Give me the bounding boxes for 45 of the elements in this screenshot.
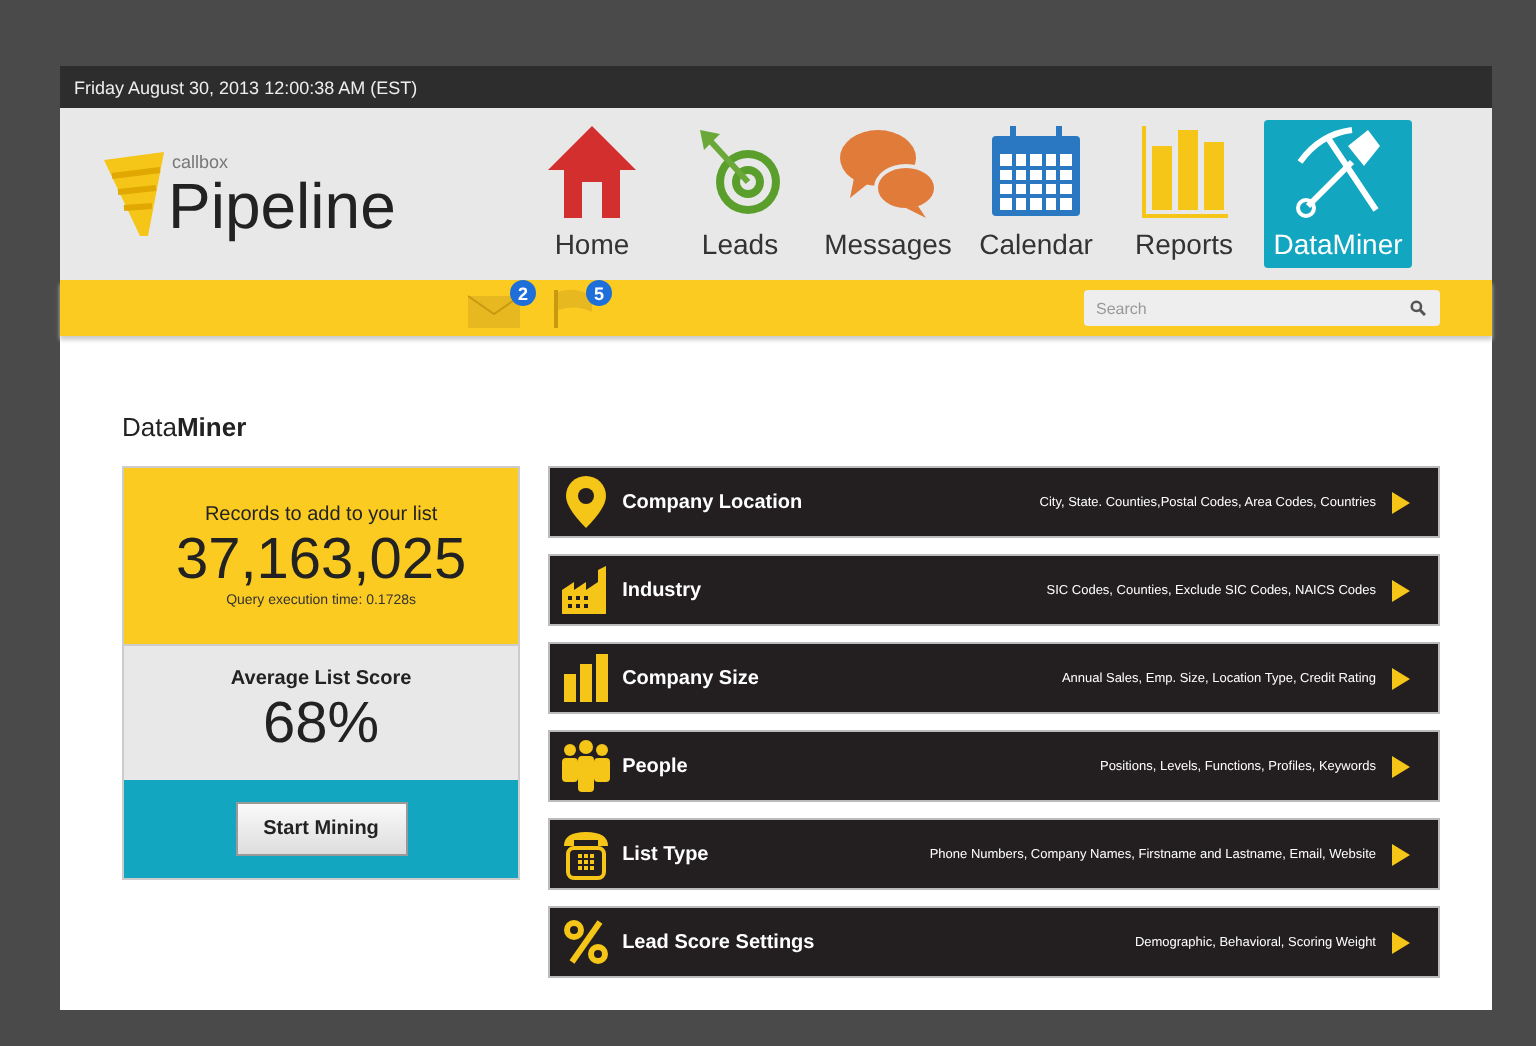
nav-item[interactable]: Leads: [672, 120, 808, 268]
page-title: DataMiner: [122, 412, 249, 442]
records-count: 37,163,025: [175, 526, 467, 593]
funnel-logo-icon: [100, 148, 168, 240]
bar-chart-icon: [564, 654, 609, 702]
play-arrow-icon: [1392, 843, 1410, 865]
score-label: Average List Score: [230, 668, 412, 690]
house-icon: [548, 126, 636, 218]
flag-icon[interactable]: [552, 288, 596, 328]
count-badge: 2: [510, 280, 536, 306]
percent-icon: [564, 920, 609, 964]
product-name: Pipeline: [168, 172, 396, 240]
envelope-icon[interactable]: [468, 292, 520, 328]
score-value: 68%: [263, 690, 380, 758]
nav-item[interactable]: Calendar: [968, 120, 1104, 268]
category-title: Company Size: [622, 667, 759, 689]
map-pin-icon: [566, 476, 607, 528]
search-icon[interactable]: [1410, 300, 1426, 316]
date-time: Friday August 30, 2013 12:00:38 AM (EST): [74, 77, 418, 97]
nav-item[interactable]: Reports: [1116, 120, 1252, 268]
search-field[interactable]: Search: [1084, 290, 1440, 326]
brand-name: callbox: [172, 154, 231, 172]
category-title: List Type: [622, 843, 709, 865]
play-arrow-icon: [1392, 579, 1410, 601]
category-title: Company Location: [622, 491, 803, 513]
nav-item[interactable]: Home: [524, 120, 660, 268]
nav-item[interactable]: Messages: [820, 120, 956, 268]
telephone-icon: [560, 828, 613, 880]
category-title: Industry: [622, 579, 702, 601]
factory-icon: [562, 566, 611, 614]
play-arrow-icon: [1392, 667, 1410, 689]
play-arrow-icon: [1392, 931, 1410, 953]
start-mining-button[interactable]: Start Mining: [235, 802, 408, 856]
bar-chart-icon: [1140, 126, 1228, 218]
target-icon: [696, 126, 784, 218]
category-title: People: [622, 755, 688, 777]
category-title: Lead Score Settings: [622, 931, 815, 953]
count-badge: 5: [586, 280, 612, 306]
play-arrow-icon: [1392, 491, 1410, 513]
calendar-icon: [990, 126, 1082, 218]
pickaxe-shovel-icon: [1292, 126, 1384, 218]
people-icon: [560, 740, 613, 792]
records-label: Records to add to your list: [204, 504, 438, 526]
play-arrow-icon: [1392, 755, 1410, 777]
speech-bubbles-icon: [838, 126, 938, 218]
